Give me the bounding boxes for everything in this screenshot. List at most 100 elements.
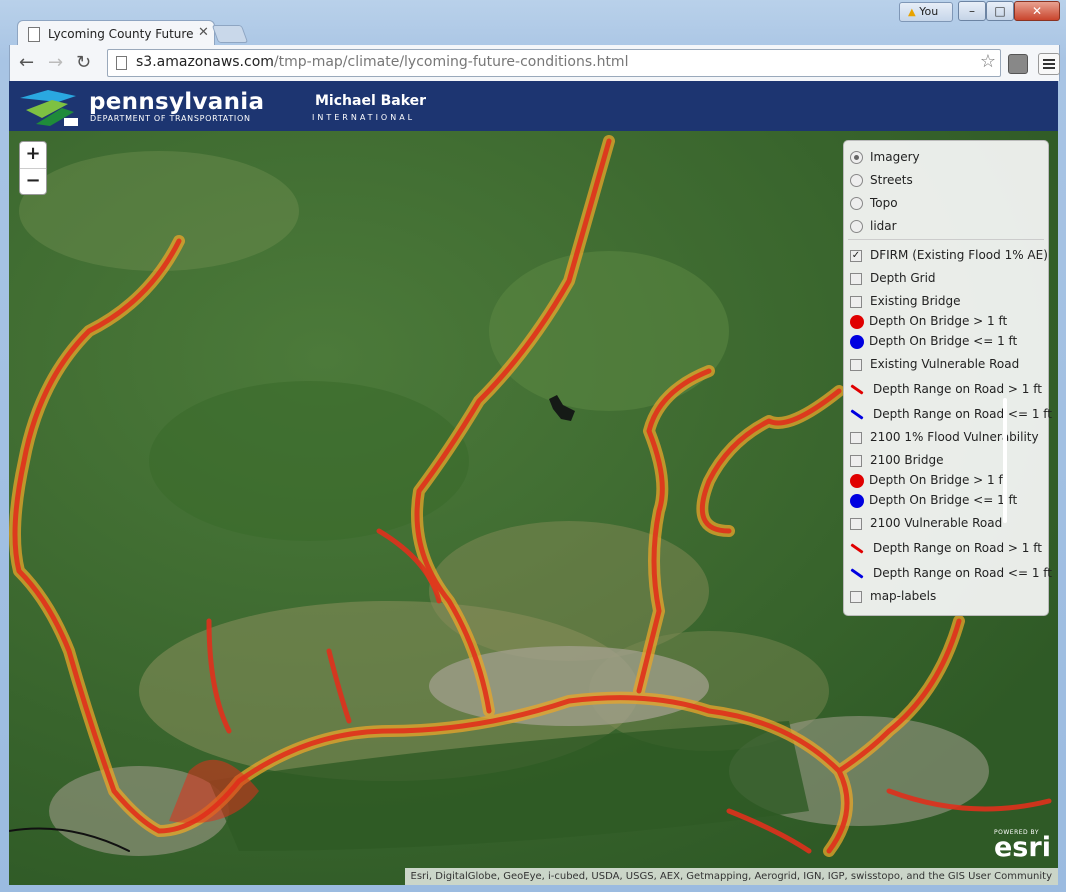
close-tab-icon[interactable]: ✕ xyxy=(198,25,209,40)
page-icon xyxy=(116,56,127,70)
checkbox[interactable] xyxy=(850,517,862,530)
browser-toolbar: ← → ↻ s3.amazonaws.com/tmp-map/climate/l… xyxy=(9,45,1060,81)
layer-label: Existing Vulnerable Road xyxy=(870,357,1020,371)
legend-2100-bridge-low: Depth On Bridge <= 1 ft xyxy=(850,491,1017,509)
checkbox-checked[interactable]: ✓ xyxy=(850,249,862,262)
checkbox[interactable] xyxy=(850,358,862,371)
browser-window: ▲ You – □ ✕ Lycoming County Future C ✕ ←… xyxy=(0,0,1066,892)
layer-label: 2100 1% Flood Vulnerability xyxy=(870,430,1039,444)
blue-line-icon xyxy=(850,409,864,420)
basemap-option-streets[interactable]: Streets xyxy=(850,171,913,189)
layer-existing-road[interactable]: Existing Vulnerable Road xyxy=(850,355,1019,373)
legend-road-high: Depth Range on Road > 1 ft xyxy=(850,380,1042,398)
extension-icon[interactable] xyxy=(1008,54,1028,74)
legend-road-low: Depth Range on Road <= 1 ft xyxy=(850,405,1052,423)
red-line-icon xyxy=(850,384,864,395)
new-tab-button[interactable] xyxy=(211,25,249,43)
forward-arrow-icon[interactable]: → xyxy=(48,52,63,73)
radio-icon[interactable] xyxy=(850,197,863,210)
legend-label: Depth On Bridge <= 1 ft xyxy=(869,334,1018,348)
legend-label: Depth On Bridge > 1 ft xyxy=(869,473,1008,487)
org-subtitle: DEPARTMENT OF TRANSPORTATION xyxy=(90,114,251,123)
legend-2100-bridge-high: Depth On Bridge > 1 ft xyxy=(850,471,1007,489)
basemap-option-imagery[interactable]: Imagery xyxy=(850,148,920,166)
app-header: pennsylvania DEPARTMENT OF TRANSPORTATIO… xyxy=(9,81,1058,131)
title-bar: ▲ You – □ ✕ xyxy=(0,0,1066,22)
layer-label: 2100 Vulnerable Road xyxy=(870,516,1003,530)
back-arrow-icon[interactable]: ← xyxy=(19,52,34,73)
bookmark-star-icon[interactable]: ☆ xyxy=(980,51,996,72)
partner-subtitle: INTERNATIONAL xyxy=(312,113,416,122)
org-name: pennsylvania xyxy=(89,89,265,115)
legend-2100-road-low: Depth Range on Road <= 1 ft xyxy=(850,564,1052,582)
browser-tab[interactable]: Lycoming County Future C ✕ xyxy=(17,20,215,47)
checkbox[interactable] xyxy=(850,272,862,285)
layer-panel: Imagery Streets Topo lidar ✓ DFIRM (Exist… xyxy=(843,140,1052,616)
layer-label: 2100 Bridge xyxy=(870,453,944,467)
basemap-option-lidar[interactable]: lidar xyxy=(850,217,897,235)
legend-2100-road-high: Depth Range on Road > 1 ft xyxy=(850,539,1042,557)
radio-icon[interactable] xyxy=(850,220,863,233)
red-line-icon xyxy=(850,543,864,554)
legend-bridge-high: Depth On Bridge > 1 ft xyxy=(850,312,1007,330)
checkbox[interactable] xyxy=(850,431,862,444)
radio-icon[interactable] xyxy=(850,174,863,187)
blue-dot-icon xyxy=(850,334,864,349)
close-button[interactable]: ✕ xyxy=(1014,1,1060,21)
legend-bridge-low: Depth On Bridge <= 1 ft xyxy=(850,332,1017,350)
penndot-logo xyxy=(20,90,78,126)
profile-label: You xyxy=(919,5,939,18)
blue-line-icon xyxy=(850,568,864,579)
map-attribution: Esri, DigitalGlobe, GeoEye, i-cubed, USD… xyxy=(404,868,1058,885)
legend-label: Depth On Bridge > 1 ft xyxy=(869,314,1008,328)
legend-label: Depth Range on Road > 1 ft xyxy=(873,382,1042,396)
checkbox[interactable] xyxy=(850,590,862,603)
url-text[interactable]: s3.amazonaws.com/tmp-map/climate/lycomin… xyxy=(136,54,628,70)
layer-label: Existing Bridge xyxy=(870,294,961,308)
radio-icon[interactable] xyxy=(850,151,863,164)
legend-label: Depth Range on Road > 1 ft xyxy=(873,541,1042,555)
page-icon xyxy=(28,27,40,42)
legend-label: Depth Range on Road <= 1 ft xyxy=(873,566,1052,580)
menu-button[interactable] xyxy=(1038,53,1060,75)
zoom-in-button[interactable]: + xyxy=(20,142,46,169)
profile-button[interactable]: ▲ You xyxy=(899,2,953,22)
checkbox[interactable] xyxy=(850,454,862,467)
map-view[interactable]: + − Imagery Streets Topo lidar ✓ DFIRM (E… xyxy=(9,131,1058,885)
layer-2100-bridge[interactable]: 2100 Bridge xyxy=(850,451,943,469)
layer-existing-bridge[interactable]: Existing Bridge xyxy=(850,292,960,310)
legend-label: Depth Range on Road <= 1 ft xyxy=(873,407,1052,421)
user-icon: ▲ xyxy=(908,7,916,18)
layer-2100-road[interactable]: 2100 Vulnerable Road xyxy=(850,514,1002,532)
esri-logo: POWERED BY esri xyxy=(994,829,1051,863)
zoom-control: + − xyxy=(19,141,47,195)
divider xyxy=(848,239,1044,240)
url-path: /tmp-map/climate/lycoming-future-conditi… xyxy=(273,54,629,70)
layer-label: Depth Grid xyxy=(870,271,936,285)
esri-wordmark: esri xyxy=(994,832,1051,863)
basemap-label: Streets xyxy=(870,173,913,187)
layer-map-labels[interactable]: map-labels xyxy=(850,587,936,605)
reload-icon[interactable]: ↻ xyxy=(76,52,91,73)
tab-title: Lycoming County Future C xyxy=(48,27,198,41)
basemap-label: Imagery xyxy=(870,150,920,164)
basemap-label: Topo xyxy=(870,196,898,210)
basemap-label: lidar xyxy=(870,219,897,233)
layer-label: map-labels xyxy=(870,589,937,603)
panel-scrollbar[interactable] xyxy=(1003,398,1007,523)
layer-dfirm[interactable]: ✓ DFIRM (Existing Flood 1% AE) xyxy=(850,246,1048,264)
address-bar[interactable]: s3.amazonaws.com/tmp-map/climate/lycomin… xyxy=(107,49,1001,77)
layer-2100-flood[interactable]: 2100 1% Flood Vulnerability xyxy=(850,428,1039,446)
layer-label: DFIRM (Existing Flood 1% AE) xyxy=(870,248,1048,262)
red-dot-icon xyxy=(850,473,864,488)
checkbox[interactable] xyxy=(850,295,862,308)
url-host: s3.amazonaws.com xyxy=(136,54,274,70)
maximize-button[interactable]: □ xyxy=(986,1,1014,21)
layer-depth-grid[interactable]: Depth Grid xyxy=(850,269,936,287)
blue-dot-icon xyxy=(850,493,864,508)
red-dot-icon xyxy=(850,314,864,329)
basemap-option-topo[interactable]: Topo xyxy=(850,194,898,212)
partner-name: Michael Baker xyxy=(315,93,427,109)
zoom-out-button[interactable]: − xyxy=(20,169,46,195)
minimize-button[interactable]: – xyxy=(958,1,986,21)
